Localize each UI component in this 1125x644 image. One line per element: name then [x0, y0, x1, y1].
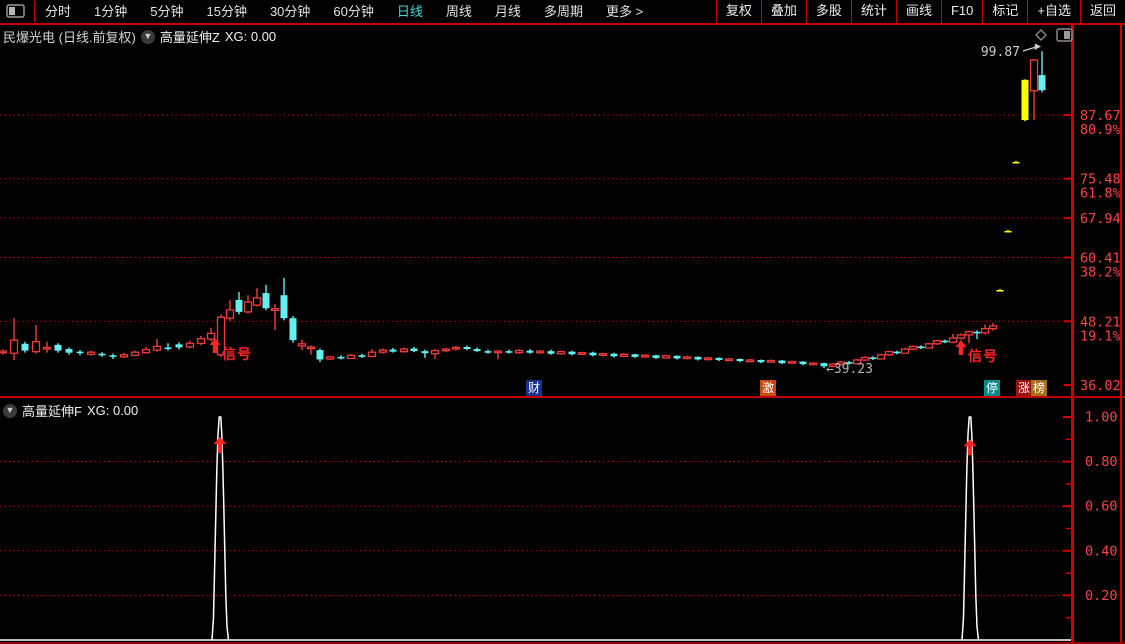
- right-border: [1120, 25, 1122, 642]
- diamond-icon[interactable]: [1033, 27, 1049, 48]
- event-tag-3[interactable]: 涨: [1016, 380, 1033, 396]
- sub-indicator-dropdown-icon[interactable]: ▼: [3, 403, 17, 418]
- action-button-6[interactable]: 标记: [982, 0, 1027, 23]
- timeframe-tab-10[interactable]: 更多 >: [606, 1, 643, 22]
- svg-text:0.60: 0.60: [1085, 499, 1118, 515]
- axis-line-vertical: [1071, 25, 1074, 642]
- timeframe-tab-6[interactable]: 日线: [397, 1, 423, 22]
- svg-text:19.1%: 19.1%: [1080, 328, 1121, 344]
- panel-divider[interactable]: [0, 396, 1125, 398]
- layout-icon[interactable]: [6, 4, 26, 19]
- svg-text:36.02: 36.02: [1080, 378, 1121, 394]
- sub-indicator-value: XG: 0.00: [86, 403, 139, 418]
- svg-text:1.00: 1.00: [1085, 410, 1118, 426]
- event-tag-0[interactable]: 财: [526, 380, 543, 396]
- action-button-8[interactable]: 返回: [1079, 0, 1125, 23]
- svg-text:99.87: 99.87: [981, 45, 1020, 60]
- svg-text:0.20: 0.20: [1085, 588, 1118, 604]
- stock-title: 民爆光电 (日线.前复权): [3, 30, 136, 45]
- action-button-2[interactable]: 多股: [805, 0, 851, 23]
- event-tag-1[interactable]: 激: [760, 380, 777, 396]
- svg-text:信号: 信号: [968, 348, 998, 364]
- toolbar-divider: [34, 1, 35, 22]
- timeframe-tab-8[interactable]: 月线: [495, 1, 521, 22]
- svg-text:←39.23: ←39.23: [826, 362, 873, 377]
- svg-text:0.40: 0.40: [1085, 543, 1118, 559]
- svg-text:信号: 信号: [222, 346, 252, 362]
- timeframe-tab-3[interactable]: 15分钟: [206, 1, 246, 22]
- action-button-5[interactable]: F10: [940, 0, 982, 23]
- toolbar-actions: 复权 叠加 多股 统计 画线 F10 标记 +自选 返回: [715, 0, 1125, 23]
- timeframe-tab-1[interactable]: 1分钟: [94, 1, 127, 22]
- sub-chart-title: ▼ 高量延伸F XG: 0.00: [3, 401, 138, 420]
- svg-text:67.94: 67.94: [1080, 211, 1121, 227]
- action-button-7[interactable]: +自选: [1027, 0, 1080, 23]
- chart-corner-controls: [1033, 27, 1073, 48]
- action-button-4[interactable]: 画线: [895, 0, 941, 23]
- timeframe-tab-5[interactable]: 60分钟: [333, 1, 373, 22]
- svg-text:38.2%: 38.2%: [1080, 265, 1121, 281]
- indicator-dropdown-icon[interactable]: ▼: [140, 29, 155, 44]
- main-indicator-value: XG: 0.00: [224, 29, 277, 44]
- svg-text:61.8%: 61.8%: [1080, 186, 1121, 202]
- chart-canvas[interactable]: 87.6780.9%75.4861.8%67.9460.4138.2%48.21…: [0, 0, 1125, 644]
- split-panel-icon[interactable]: [1056, 28, 1073, 47]
- event-tag-4[interactable]: 榜: [1031, 380, 1048, 396]
- timeframe-tab-4[interactable]: 30分钟: [270, 1, 310, 22]
- main-chart-title: 民爆光电 (日线.前复权) ▼ 高量延伸Z XG: 0.00: [3, 27, 276, 46]
- sub-indicator-name[interactable]: 高量延伸F: [22, 401, 82, 420]
- svg-text:80.9%: 80.9%: [1080, 122, 1121, 138]
- action-button-0[interactable]: 复权: [715, 0, 761, 23]
- timeframe-tab-9[interactable]: 多周期: [544, 1, 583, 22]
- svg-text:0.80: 0.80: [1085, 454, 1118, 470]
- event-tag-2[interactable]: 停: [984, 380, 1001, 396]
- action-button-3[interactable]: 统计: [850, 0, 896, 23]
- top-toolbar: 分时 1分钟 5分钟 15分钟 30分钟 60分钟 日线 周线 月线 多周期 更多 > 复权 叠加 多股…: [0, 0, 1125, 25]
- timeframe-tabs: 分时 1分钟 5分钟 15分钟 30分钟 60分钟 日线 周线 月线 多周期 更多 >: [45, 1, 716, 22]
- timeframe-tab-0[interactable]: 分时: [45, 1, 71, 22]
- main-indicator-name[interactable]: 高量延伸Z: [160, 27, 220, 46]
- timeframe-tab-7[interactable]: 周线: [446, 1, 472, 22]
- timeframe-tab-2[interactable]: 5分钟: [150, 1, 183, 22]
- action-button-1[interactable]: 叠加: [760, 0, 806, 23]
